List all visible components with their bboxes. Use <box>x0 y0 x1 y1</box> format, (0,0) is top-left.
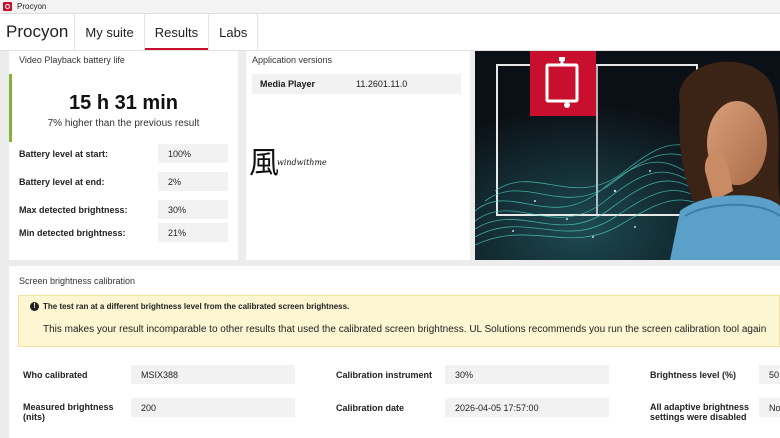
watermark-text: windwithme <box>277 158 327 167</box>
warning-body: This makes your result incomparable to o… <box>43 324 767 335</box>
application-versions-panel: Application versions Media Player 11.260… <box>246 51 470 260</box>
battery-panel-heading: Video Playback battery life <box>19 55 125 65</box>
media-player-version: 11.2601.11.0 <box>356 79 408 89</box>
adaptive-brightness-label: All adaptive brightness settings were di… <box>650 402 750 422</box>
max-brightness-label: Max detected brightness: <box>19 205 128 215</box>
battery-end-label: Battery level at end: <box>19 177 105 187</box>
adaptive-brightness-value: No <box>759 398 780 417</box>
who-calibrated-label: Who calibrated <box>23 370 88 380</box>
calibration-warning: ! The test ran at a different brightness… <box>18 295 780 347</box>
max-brightness-value: 30% <box>158 200 228 219</box>
versions-panel-heading: Application versions <box>252 55 333 65</box>
calibration-heading: Screen brightness calibration <box>19 276 136 286</box>
battery-end-value: 2% <box>158 172 228 191</box>
min-brightness-label: Min detected brightness: <box>19 228 126 238</box>
battery-life-comparison: 7% higher than the previous result <box>47 118 200 129</box>
window-titlebar: Procyon <box>0 0 780 14</box>
min-brightness-value: 21% <box>158 223 228 242</box>
brightness-level-label: Brightness level (%) <box>650 370 737 380</box>
measured-brightness-label: Measured brightness (nits) <box>23 402 114 422</box>
media-player-row: Media Player 11.2601.11.0 <box>252 74 461 94</box>
battery-life-result: 15 h 31 min <box>69 92 178 114</box>
battery-life-panel: Video Playback battery life 15 h 31 min … <box>9 51 238 260</box>
calibration-panel: Screen brightness calibration ! The test… <box>9 266 780 438</box>
brightness-level-value: 50 <box>759 365 780 384</box>
battery-start-label: Battery level at start: <box>19 149 109 159</box>
hero-illustration <box>475 51 780 260</box>
tab-results[interactable]: Results <box>144 14 210 50</box>
who-calibrated-value: MSIX388 <box>131 365 295 384</box>
hero-artwork <box>475 51 780 260</box>
warning-title: The test ran at a different brightness l… <box>43 302 350 311</box>
brand-logo[interactable]: Procyon <box>0 14 76 50</box>
calibration-instrument-label: Calibration instrument <box>336 370 433 380</box>
info-icon: ! <box>30 302 39 311</box>
measured-brightness-value: 200 <box>131 398 295 417</box>
top-navigation: Procyon My suite Results Labs <box>0 14 780 51</box>
calibration-instrument-value: 30% <box>445 365 609 384</box>
media-player-label: Media Player <box>260 79 316 89</box>
tab-labs[interactable]: Labs <box>209 14 259 50</box>
watermark-signature: 風 windwithme <box>249 146 339 186</box>
window-title: Procyon <box>17 2 47 11</box>
watermark-glyph: 風 <box>249 146 279 181</box>
procyon-app-icon <box>3 2 12 11</box>
calibration-date-value: 2026-04-05 17:57:00 <box>445 398 609 417</box>
tab-my-suite[interactable]: My suite <box>75 14 145 50</box>
calibration-date-label: Calibration date <box>336 403 405 413</box>
battery-start-value: 100% <box>158 144 228 163</box>
